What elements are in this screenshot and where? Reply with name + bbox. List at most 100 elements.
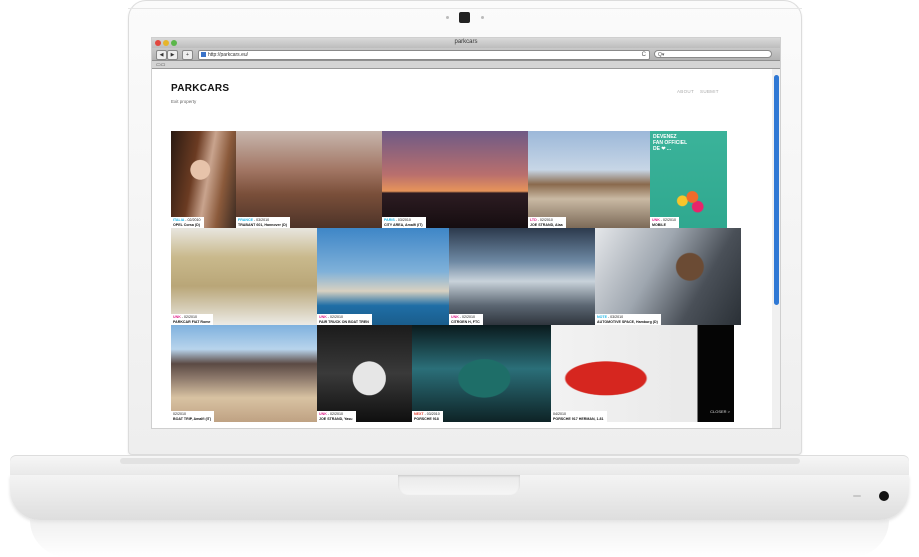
caption-date: - 03/2010: [606, 315, 624, 320]
caption-place: BOAT TRIP, Amalfi (IT): [173, 416, 212, 421]
camera-icon: [459, 12, 470, 23]
caption-date: - 02/2010: [326, 412, 343, 417]
address-bar[interactable]: http://parkcars.eu/ C: [198, 50, 650, 60]
photo-image: [382, 131, 528, 228]
camera-mic-dot: [446, 16, 449, 19]
browser-titlebar: parkcars: [152, 38, 780, 48]
caption-tag: UNK: [451, 315, 459, 320]
caption-date: - 02/2010: [458, 315, 475, 320]
search-input[interactable]: Q▾: [654, 50, 772, 58]
caption-place: PARKCAR FIAT Rome: [173, 319, 211, 324]
photo-image: [171, 228, 317, 325]
caption-date: - 02/2010: [659, 218, 676, 223]
caption-date: - 02/2010: [180, 315, 197, 320]
photo-tile[interactable]: UNK - 02/2010 PARKCAR FIAT Rome: [171, 228, 317, 325]
caption-tag: NOTE: [597, 315, 607, 320]
photo-image: [317, 325, 412, 422]
photo-image: [171, 325, 317, 422]
lid-edge: [128, 8, 802, 9]
caption-place: JOE STRAND, Alaa: [530, 222, 563, 227]
url-text: http://parkcars.eu/: [208, 52, 249, 58]
photo-tile[interactable]: UNK - 02/2010 FAIR TRUCK ON BOAT TREN: [317, 228, 449, 325]
photo-image: [236, 131, 382, 228]
caption-place: OPEL Corsa (D): [173, 222, 200, 227]
bookmarks-bar: ▭▭: [152, 61, 780, 69]
scrollbar[interactable]: [772, 69, 780, 428]
browser-toolbar: ◀ ▶ + http://parkcars.eu/ C Q▾: [152, 48, 780, 61]
photo-caption: 04/2010 PORSCHE 917 HERMAN, 1.81: [551, 411, 607, 422]
photo-caption: UNK - 02/2010 MOBILE: [650, 217, 679, 228]
photo-image: [528, 131, 650, 228]
site-tagline: Exit property: [171, 99, 197, 104]
photo-tile[interactable]: NEXT - 03/2010 PORSCHE 918: [412, 325, 551, 422]
keyboard-edge: [120, 458, 800, 464]
back-button[interactable]: ◀: [156, 50, 167, 60]
favicon-icon: [201, 52, 206, 58]
screen: parkcars ◀ ▶ + http://parkcars.eu/ C Q▾ …: [152, 38, 780, 428]
photo-tile[interactable]: DEVENEZ FAN OFFICIEL DE ❤ ... UNK - 02/2010…: [650, 131, 727, 228]
photo-tile[interactable]: UNK - 02/2010 CITROEN H, FTC: [449, 228, 595, 325]
add-bookmark-button[interactable]: +: [182, 50, 193, 60]
photo-image: [412, 325, 551, 422]
caption-tag: UNK: [652, 218, 660, 223]
nav-about-link[interactable]: ABOUT: [677, 89, 694, 94]
caption-date: 04/2010: [553, 412, 566, 417]
photo-tile[interactable]: NOTE - 03/2010 AUTOMOTIVE SPACE, Hamburg …: [595, 228, 741, 325]
photo-image: [449, 228, 595, 325]
caption-tag: UNK: [173, 315, 181, 320]
photo-tile[interactable]: 02/2010 BOAT TRIP, Amalfi (IT): [171, 325, 317, 422]
site-logo[interactable]: PARKCARS: [171, 83, 229, 94]
photo-caption: PARIS - 03/2010 CITY AREA, Amalfi (IT): [382, 217, 426, 228]
photo-caption: NEXT - 03/2010 PORSCHE 918: [412, 411, 443, 422]
closer-link[interactable]: CLOSER >: [710, 409, 730, 414]
photo-caption: UNK - 02/2010 CITROEN H, FTC: [449, 314, 483, 325]
photo-caption: NOTE - 03/2010 AUTOMOTIVE SPACE, Hamburg …: [595, 314, 661, 325]
caption-date: - 03/2010: [394, 218, 411, 223]
site-nav: ABOUT SUBMIT: [677, 89, 725, 94]
caption-place: PORSCHE 917 HERMAN, 1.81: [553, 416, 604, 421]
photo-image: [595, 228, 741, 325]
photo-caption: FRANCE - 03/2010 TRABANT 601, Hannover (D…: [236, 217, 290, 228]
nav-submit-link[interactable]: SUBMIT: [700, 89, 719, 94]
photo-tile[interactable]: PARIS - 03/2010 CITY AREA, Amalfi (IT): [382, 131, 528, 228]
photo-tile[interactable]: FRANCE - 03/2010 TRABANT 601, Hannover (D…: [236, 131, 382, 228]
photo-tile[interactable]: ITALIA - 02/2010 OPEL Corsa (D): [171, 131, 236, 228]
caption-place: AUTOMOTIVE SPACE, Hamburg (D): [597, 319, 658, 324]
caption-place: CITROEN H, FTC: [451, 319, 480, 324]
photo-caption: UNK - 02/2010 FAIR TRUCK ON BOAT TREN: [317, 314, 372, 325]
caption-tag: ITALIA: [173, 218, 185, 223]
caption-tag: LTD: [530, 218, 537, 223]
reload-button[interactable]: C: [642, 51, 646, 59]
caption-tag: UNK: [319, 315, 327, 320]
lid-notch: [398, 475, 520, 495]
ad-text: DEVENEZ FAN OFFICIEL DE ❤ ...: [653, 134, 688, 152]
reflection: [30, 520, 889, 557]
caption-place: MOBILE: [652, 222, 666, 227]
photo-tile[interactable]: LTD - 02/2010 JOE STRAND, Alaa: [528, 131, 650, 228]
caption-date: - 02/2010: [536, 218, 553, 223]
scrollbar-thumb[interactable]: [774, 75, 779, 305]
caption-place: FAIR TRUCK ON BOAT TREN: [319, 319, 369, 324]
photo-caption: UNK - 02/2010 PARKCAR FIAT Rome: [171, 314, 214, 325]
window-title: parkcars: [454, 39, 478, 45]
bookmarks-icon[interactable]: ▭▭: [156, 62, 165, 68]
caption-place: TRABANT 601, Hannover (D): [238, 222, 287, 227]
audio-port: [879, 491, 889, 501]
caption-date: - 03/2010: [423, 412, 440, 417]
photo-caption: 02/2010 BOAT TRIP, Amalfi (IT): [171, 411, 215, 422]
caption-place: CITY AREA, Amalfi (IT): [384, 222, 423, 227]
photo-caption: ITALIA - 02/2010 OPEL Corsa (D): [171, 217, 204, 228]
photo-tile[interactable]: UNK - 02/2010 JOE STRAND, Yasu: [317, 325, 412, 422]
camera-sensor-dot: [481, 16, 484, 19]
caption-tag: UNK: [319, 412, 327, 417]
photo-image: [171, 131, 236, 228]
photo-caption: UNK - 02/2010 JOE STRAND, Yasu: [317, 411, 356, 422]
caption-tag: NEXT: [414, 412, 424, 417]
photo-tile[interactable]: 04/2010 PORSCHE 917 HERMAN, 1.81 CLOSER >: [551, 325, 734, 422]
caption-date: - 03/2010: [252, 218, 270, 223]
web-page: PARKCARS Exit property ABOUT SUBMIT ITALI…: [152, 69, 772, 428]
forward-button[interactable]: ▶: [167, 50, 178, 60]
caption-tag: PARIS: [384, 218, 395, 223]
caption-date: - 02/2010: [184, 218, 201, 223]
photo-image: [551, 325, 734, 422]
